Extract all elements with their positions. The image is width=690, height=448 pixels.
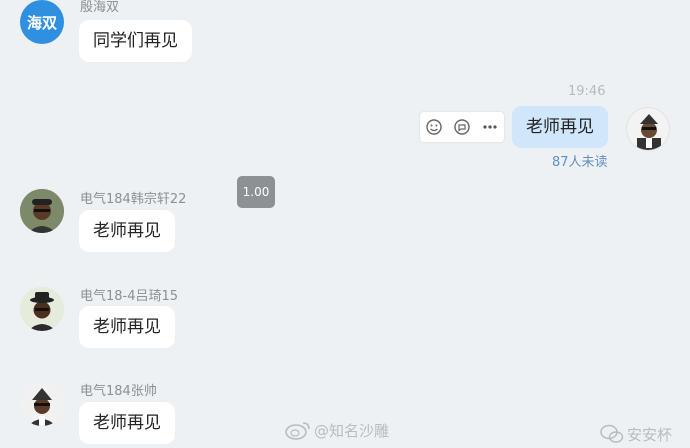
message-time: 19:46 — [568, 84, 606, 99]
weibo-logo-icon — [284, 419, 312, 445]
avatar-haishuang[interactable]: 海双 — [20, 0, 64, 44]
avatar-lvqi[interactable] — [20, 287, 64, 331]
avatar-self[interactable] — [626, 107, 670, 151]
message-bubble[interactable]: 同学们再见 — [79, 20, 192, 62]
own-message-bubble[interactable]: 老师再见 — [512, 106, 608, 148]
quote-icon[interactable] — [450, 115, 474, 139]
message-bubble[interactable]: 老师再见 — [79, 402, 175, 444]
sender-name: 电气184韩宗轩22 — [80, 192, 187, 207]
read-status[interactable]: 87人未读 — [552, 151, 608, 170]
emoji-icon[interactable] — [422, 115, 446, 139]
message-bubble[interactable]: 老师再见 — [79, 210, 175, 252]
message-bubble[interactable]: 老师再见 — [79, 306, 175, 348]
sender-name: 电气18-4吕琦15 — [80, 289, 179, 304]
sender-name: 电气184张帅 — [80, 384, 157, 399]
corner-watermark: 安安杯 — [627, 426, 673, 444]
playback-speed-badge[interactable]: 1.00 — [237, 176, 275, 208]
sender-name: 殷海双 — [80, 0, 120, 15]
avatar-hanzongxuan[interactable] — [20, 189, 64, 233]
more-icon[interactable] — [478, 115, 502, 139]
wechat-logo-icon — [600, 424, 624, 448]
avatar-zhangshuai[interactable] — [20, 382, 64, 426]
weibo-watermark: @知名沙雕 — [314, 422, 390, 440]
message-action-bar — [420, 112, 504, 142]
